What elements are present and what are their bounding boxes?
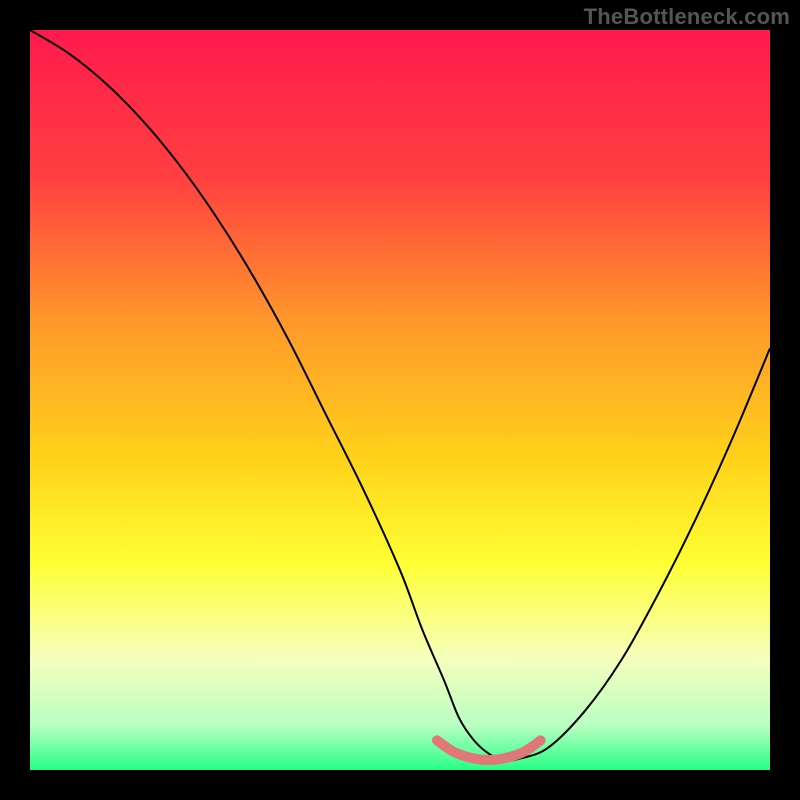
- chart-frame: TheBottleneck.com: [0, 0, 800, 800]
- watermark-text: TheBottleneck.com: [584, 4, 790, 30]
- plot-area: [30, 30, 770, 770]
- plot-svg: [30, 30, 770, 770]
- gradient-background: [30, 30, 770, 770]
